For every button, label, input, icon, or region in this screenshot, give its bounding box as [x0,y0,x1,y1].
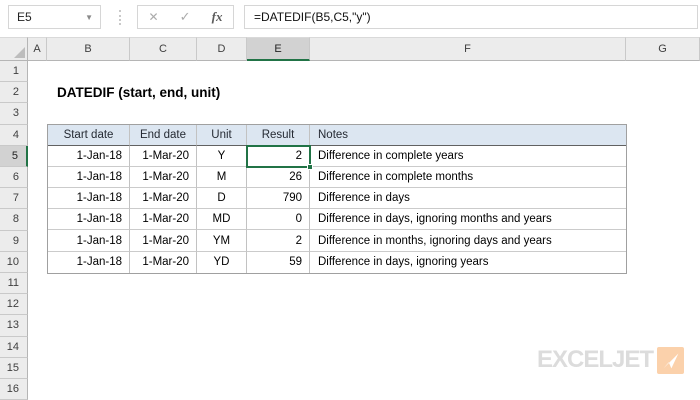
table-cell[interactable]: 1-Mar-20 [130,230,197,252]
table-header-cell[interactable]: Notes [310,125,626,147]
exceljet-logo: EXCELJET [537,346,684,374]
table-cell[interactable]: 1-Mar-20 [130,209,197,231]
confirm-icon[interactable]: ✓ [180,9,191,25]
table-cell[interactable]: M [197,167,247,189]
table-cell[interactable]: 1-Jan-18 [48,209,130,231]
table-cell[interactable]: 2 [247,146,310,168]
table-cell[interactable]: Y [197,146,247,168]
excel-window: E5 ▼ ✕ ✓ fx =DATEDIF(B5,C5,"y") ABCDEFG1… [0,0,700,400]
formula-bar-row: E5 ▼ ✕ ✓ fx =DATEDIF(B5,C5,"y") [0,0,700,37]
row-header-15[interactable]: 15 [0,357,28,379]
cancel-icon[interactable]: ✕ [149,10,159,24]
table-cell[interactable]: 0 [247,209,310,231]
name-box-value: E5 [17,10,32,24]
row-header-3[interactable]: 3 [0,103,28,125]
row-header-12[interactable]: 12 [0,294,28,316]
row-header-9[interactable]: 9 [0,230,28,252]
table-cell[interactable]: 1-Mar-20 [130,188,197,210]
table-header-cell[interactable]: Result [247,125,310,147]
row-header-2[interactable]: 2 [0,82,28,104]
exceljet-logo-text: EXCELJET [536,346,654,373]
table-cell[interactable]: Difference in days, ignoring years [310,252,626,273]
table-cell[interactable]: 59 [247,251,310,273]
table-cell[interactable]: YD [197,251,247,273]
column-header-d[interactable]: D [197,37,247,61]
table-cell[interactable]: Difference in complete months [310,167,626,189]
table-cell[interactable]: 1-Jan-18 [48,251,130,273]
column-header-e[interactable]: E [247,37,310,61]
name-box-dropdown-icon[interactable]: ▼ [85,13,100,22]
formula-bar-separator [119,10,122,25]
column-header-f[interactable]: F [310,37,626,61]
column-header-b[interactable]: B [47,37,130,61]
row-header-7[interactable]: 7 [0,188,28,210]
worksheet-title-cell[interactable]: DATEDIF (start, end, unit) [57,82,220,104]
table-cell[interactable]: 1-Jan-18 [48,230,130,252]
table-cell[interactable]: 790 [247,188,310,210]
row-header-10[interactable]: 10 [0,251,28,273]
row-header-6[interactable]: 6 [0,167,28,189]
table-cell[interactable]: Difference in days [310,188,626,210]
name-box[interactable]: E5 ▼ [8,5,101,29]
select-all-triangle-icon [14,47,25,58]
table-header-cell[interactable]: End date [130,125,197,147]
row-header-16[interactable]: 16 [0,379,28,400]
table-header-cell[interactable]: Unit [197,125,247,147]
paper-plane-icon [657,346,684,374]
table-cell[interactable]: 1-Mar-20 [130,146,197,168]
table-cell[interactable]: 1-Mar-20 [130,167,197,189]
formula-text: =DATEDIF(B5,C5,"y") [254,10,371,24]
table-cell[interactable]: D [197,188,247,210]
table-cell[interactable]: 1-Jan-18 [48,188,130,210]
table-cell[interactable]: Difference in complete years [310,146,626,168]
table-cell[interactable]: Difference in days, ignoring months and … [310,209,626,231]
table-cell[interactable]: 1-Jan-18 [48,146,130,168]
table-cell[interactable]: YM [197,230,247,252]
column-header-g[interactable]: G [626,37,700,61]
table-cell[interactable]: Difference in months, ignoring days and … [310,230,626,252]
select-all-corner[interactable] [0,37,28,61]
row-header-4[interactable]: 4 [0,124,28,146]
formula-input[interactable]: =DATEDIF(B5,C5,"y") [244,5,698,29]
insert-function-icon[interactable]: fx [212,9,223,25]
formula-buttons: ✕ ✓ fx [137,5,234,29]
table-cell[interactable]: MD [197,209,247,231]
column-header-a[interactable]: A [28,37,47,61]
column-header-c[interactable]: C [130,37,197,61]
table-cell[interactable]: 2 [247,230,310,252]
datedif-table: Start date End date Unit Result Notes 1-Jan-1… [47,124,627,274]
row-header-14[interactable]: 14 [0,336,28,358]
row-header-8[interactable]: 8 [0,209,28,231]
row-header-1[interactable]: 1 [0,61,28,83]
table-cell[interactable]: 1-Mar-20 [130,251,197,273]
row-header-13[interactable]: 13 [0,315,28,337]
row-header-5[interactable]: 5 [0,145,28,167]
table-cell[interactable]: 1-Jan-18 [48,167,130,189]
row-header-11[interactable]: 11 [0,273,28,295]
table-cell[interactable]: 26 [247,167,310,189]
table-header-cell[interactable]: Start date [48,125,130,147]
